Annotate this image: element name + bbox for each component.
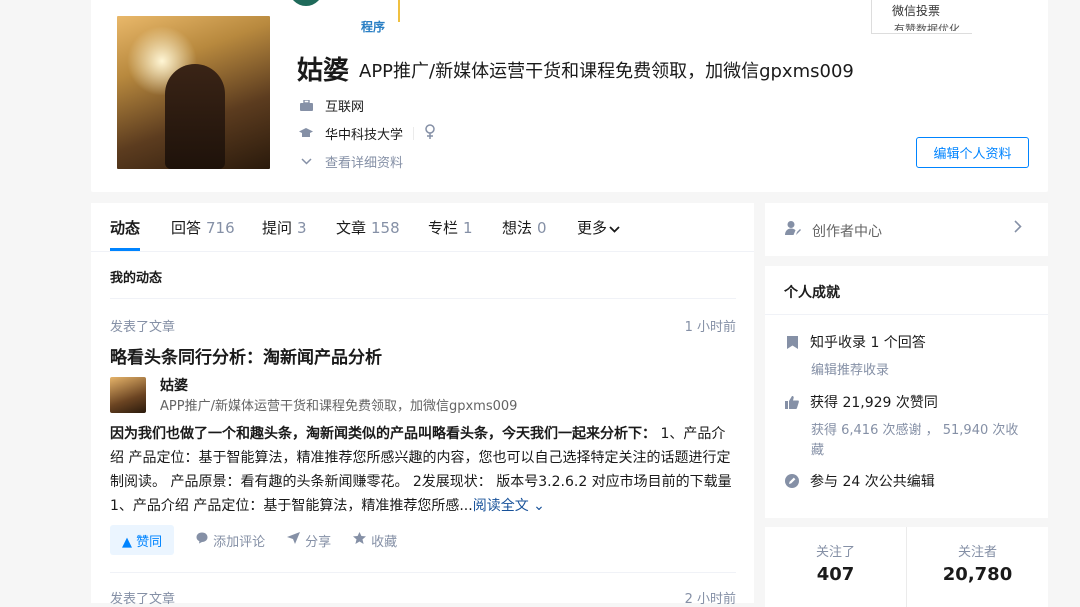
article-title-link[interactable]: 略看头条同行分析：淘新闻产品分析 <box>110 343 382 368</box>
avatar-figure <box>165 64 225 169</box>
tab-columns[interactable]: 专栏 1 <box>428 217 473 238</box>
edits-row: 参与 24 次公共编辑 <box>784 471 935 491</box>
cover-tag: 程序 <box>361 20 386 34</box>
tab-count: 158 <box>371 219 400 237</box>
industry-row: 互联网 <box>299 96 364 115</box>
tab-count: 3 <box>297 219 307 237</box>
author-name[interactable]: 姑婆 <box>160 375 188 395</box>
bookmark-icon <box>784 335 800 349</box>
profile-avatar[interactable] <box>114 13 273 172</box>
creator-center-label: 创作者中心 <box>812 224 882 240</box>
feed-item-actions: ▲ 赞同 添加评论 分享 收藏 <box>110 525 397 555</box>
edit-icon <box>784 474 800 488</box>
tab-count: 0 <box>537 219 547 237</box>
cover-divider <box>398 0 400 22</box>
collect-label: 收藏 <box>371 534 398 550</box>
tab-label: 更多 <box>577 219 608 237</box>
achievements-title: 个人成就 <box>784 285 840 301</box>
upvote-button[interactable]: ▲ 赞同 <box>110 525 175 555</box>
profile-tabs: 动态 回答 716 提问 3 文章 158 专栏 1 想法 0 更多 <box>91 203 754 252</box>
tab-count: 1 <box>463 219 473 237</box>
tab-questions[interactable]: 提问 3 <box>262 217 307 238</box>
cover-image-fragment: 程序 <box>261 0 401 34</box>
followers-count: 20,780 <box>942 564 1013 585</box>
tab-pins[interactable]: 想法 0 <box>502 217 547 238</box>
education-row: 华中科技大学 <box>299 124 436 143</box>
cover-decoration <box>289 0 323 6</box>
cover-image-fragment-right: 微信投票 有赞数据优化 <box>871 0 972 34</box>
tab-articles[interactable]: 文章 158 <box>336 217 400 238</box>
profile-name: 姑婆 <box>297 56 350 86</box>
divider <box>110 572 736 573</box>
collected-row: 知乎收录 1 个回答 <box>784 332 926 352</box>
section-title: 我的动态 <box>110 271 163 286</box>
collect-button[interactable]: 收藏 <box>353 531 397 550</box>
share-label: 分享 <box>305 534 332 550</box>
upvotes-row: 获得 21,929 次赞同 <box>784 392 938 412</box>
collected-text: 知乎收录 1 个回答 <box>810 335 926 351</box>
share-button[interactable]: 分享 <box>287 531 331 550</box>
chevron-down-icon <box>299 155 313 169</box>
graduation-cap-icon <box>299 127 313 141</box>
divider <box>110 298 736 299</box>
follow-stats-card: 关注了 407 关注者 20,780 <box>765 527 1048 607</box>
following-label: 关注了 <box>815 545 855 560</box>
feed-item-time: 2 小时前 <box>684 592 736 607</box>
edit-recommend-link[interactable]: 编辑推荐收录 <box>811 361 889 381</box>
star-icon <box>353 532 367 548</box>
thanks-text: 获得 6,416 次感谢 ， 51,940 次收藏 <box>811 423 1019 458</box>
creator-icon <box>785 220 801 240</box>
activity-card: 动态 回答 716 提问 3 文章 158 专栏 1 想法 0 更多 我的动态 发表了文章… <box>91 203 754 607</box>
chevron-down-icon <box>609 219 620 237</box>
view-details-link[interactable]: 查看详细资料 <box>299 152 403 171</box>
tab-answers[interactable]: 回答 716 <box>171 217 235 238</box>
following-count: 407 <box>816 564 855 585</box>
read-more-link[interactable]: 阅读全文 ⌄ <box>473 498 545 514</box>
excerpt-lead: 因为我们也做了一个和趣头条，淘新闻类似的产品叫略看头条，今天我们一起来分析下： <box>110 426 656 442</box>
divider <box>413 127 415 140</box>
active-tab-indicator <box>110 248 140 251</box>
following-stat[interactable]: 关注了 407 <box>765 527 907 607</box>
article-excerpt[interactable]: 因为我们也做了一个和趣头条，淘新闻类似的产品叫略看头条，今天我们一起来分析下： … <box>110 422 734 518</box>
followers-stat[interactable]: 关注者 20,780 <box>907 527 1048 607</box>
upvotes-text: 获得 21,929 次赞同 <box>810 395 938 411</box>
chevron-right-icon <box>1014 218 1022 237</box>
divider <box>765 314 1048 315</box>
tab-label: 回答 <box>171 219 202 237</box>
female-icon <box>424 124 436 143</box>
feed-item-meta: 发表了文章 <box>110 592 176 607</box>
thumbs-up-icon <box>784 395 800 409</box>
comment-button[interactable]: 添加评论 <box>196 531 265 550</box>
share-icon <box>287 532 301 548</box>
comment-icon <box>196 532 208 548</box>
comment-label: 添加评论 <box>213 534 266 550</box>
feed-item-meta: 发表了文章 <box>110 320 176 335</box>
cover-text-2: 有赞数据优化 <box>894 23 960 31</box>
creator-center-link[interactable]: 创作者中心 <box>765 203 1048 256</box>
author-avatar[interactable] <box>110 377 146 413</box>
briefcase-icon <box>299 99 313 113</box>
cover-text-1: 微信投票 <box>892 4 941 18</box>
feed-item-time: 1 小时前 <box>684 320 736 335</box>
achievements-card: 个人成就 知乎收录 1 个回答 编辑推荐收录 获得 21,929 次赞同 获得 … <box>765 266 1048 518</box>
view-details-label: 查看详细资料 <box>325 156 404 171</box>
edits-text: 参与 24 次公共编辑 <box>810 474 935 490</box>
tab-label: 动态 <box>110 219 141 237</box>
tab-label: 想法 <box>502 219 533 237</box>
tab-more[interactable]: 更多 <box>577 217 620 238</box>
tab-count: 716 <box>206 219 235 237</box>
tab-label: 文章 <box>336 219 367 237</box>
tab-label: 专栏 <box>428 219 459 237</box>
edit-profile-button[interactable]: 编辑个人资料 <box>916 137 1029 168</box>
tab-label: 提问 <box>262 219 293 237</box>
followers-label: 关注者 <box>957 545 997 560</box>
author-headline: APP推广/新媒体运营干货和课程免费领取，加微信gpxms009 <box>160 399 518 414</box>
profile-headline: APP推广/新媒体运营干货和课程免费领取，加微信gpxms009 <box>359 61 854 82</box>
school-label: 华中科技大学 <box>325 128 404 143</box>
tab-activity[interactable]: 动态 <box>110 217 140 238</box>
industry-label: 互联网 <box>325 100 365 115</box>
